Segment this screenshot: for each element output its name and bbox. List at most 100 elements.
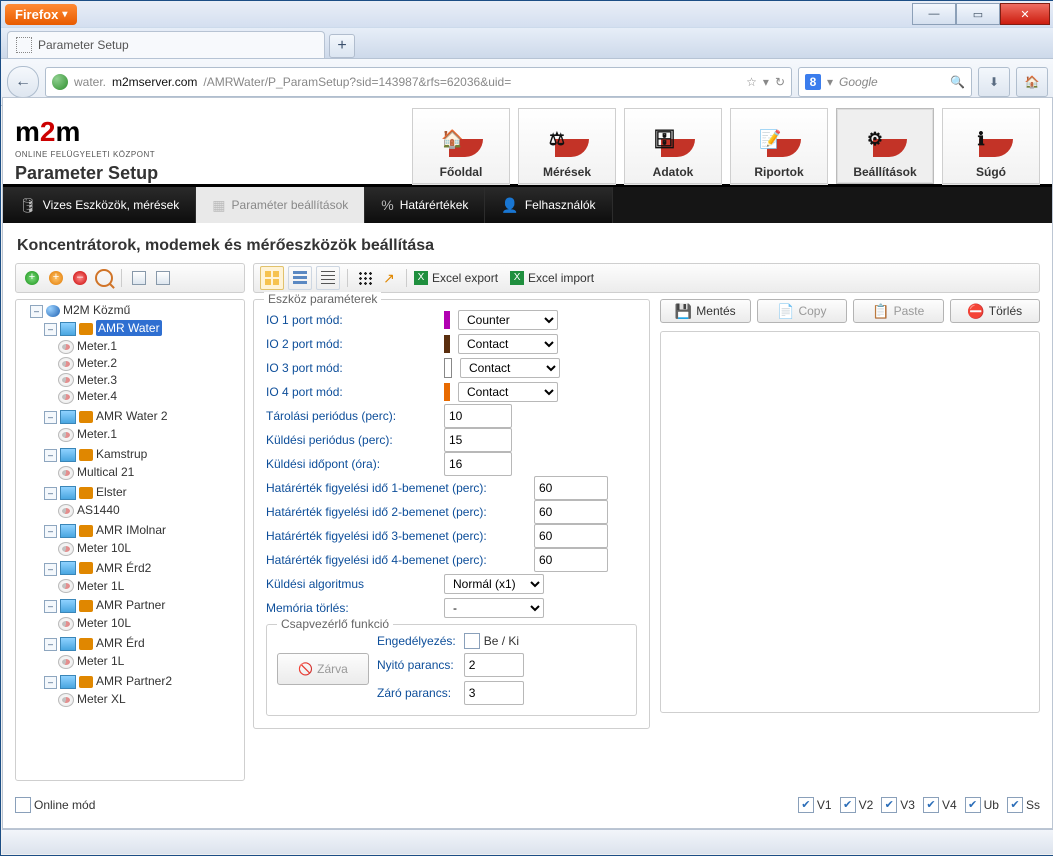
tree-toggle[interactable]: –: [44, 323, 57, 336]
tree-root-label[interactable]: M2M Közmű: [63, 303, 130, 317]
tree-leaf-label[interactable]: Meter 10L: [77, 541, 131, 555]
home-button[interactable]: 🏠: [1016, 67, 1048, 97]
tree-leaf-label[interactable]: Meter.4: [77, 389, 117, 403]
save-button[interactable]: 💾Mentés: [660, 299, 751, 323]
tree-node-label[interactable]: AMR Water 2: [96, 409, 168, 423]
online-mode-toggle[interactable]: Online mód: [15, 797, 95, 813]
firefox-menu-button[interactable]: Firefox: [5, 4, 77, 25]
footer-check[interactable]: ✔V4: [923, 797, 957, 813]
search-go-icon[interactable]: 🔍: [950, 75, 965, 89]
view-dots-button[interactable]: [355, 268, 375, 288]
main-nav-item[interactable]: ⚙Beállítások: [836, 108, 934, 184]
tree-delete-button[interactable]: [70, 268, 90, 288]
history-dropdown-icon[interactable]: ▾: [763, 75, 769, 89]
subnav-item[interactable]: 👤Felhasználók: [485, 187, 612, 223]
excel-export-button[interactable]: Excel export: [414, 271, 498, 285]
tree-leaf-label[interactable]: Meter.3: [77, 373, 117, 387]
downloads-button[interactable]: ⬇: [978, 67, 1010, 97]
bookmark-star-icon[interactable]: ☆: [746, 75, 757, 89]
limit-input[interactable]: [534, 476, 608, 500]
tree-leaf-label[interactable]: Meter.1: [77, 427, 117, 441]
copy-button[interactable]: 📄Copy: [757, 299, 848, 323]
tree-leaf-label[interactable]: Meter.2: [77, 356, 117, 370]
footer-check[interactable]: ✔Ss: [1007, 797, 1040, 813]
subnav-item[interactable]: 🛢Vizes Eszközök, mérések: [3, 187, 196, 223]
tree-toggle[interactable]: –: [44, 676, 57, 689]
tree-leaf-label[interactable]: Meter 1L: [77, 579, 124, 593]
tree-leaf-label[interactable]: Meter 1L: [77, 654, 124, 668]
tree-toggle[interactable]: –: [44, 638, 57, 651]
tap-status-button[interactable]: 🚫 Zárva: [277, 653, 369, 685]
footer-check[interactable]: ✔V1: [798, 797, 832, 813]
mem-clear-select[interactable]: -: [444, 598, 544, 618]
limit-input[interactable]: [534, 500, 608, 524]
view-grid-button[interactable]: [316, 266, 340, 290]
tree-toggle[interactable]: –: [44, 449, 57, 462]
tree-add-orange-button[interactable]: [46, 268, 66, 288]
address-bar[interactable]: water.m2mserver.com/AMRWater/P_ParamSetu…: [45, 67, 792, 97]
footer-check[interactable]: ✔Ub: [965, 797, 999, 813]
storage-period-input[interactable]: [444, 404, 512, 428]
tree-node-label[interactable]: Kamstrup: [96, 447, 147, 461]
back-button[interactable]: ←: [7, 66, 39, 98]
tree-leaf-label[interactable]: Meter.1: [77, 339, 117, 353]
send-alg-select[interactable]: Normál (x1): [444, 574, 544, 594]
new-tab-button[interactable]: +: [329, 34, 355, 58]
limit-input[interactable]: [534, 524, 608, 548]
view-icons-button[interactable]: [260, 266, 284, 290]
send-period-input[interactable]: [444, 428, 512, 452]
tree-node-label[interactable]: AMR IMolnar: [96, 523, 166, 537]
view-list-button[interactable]: [288, 266, 312, 290]
tree-toggle[interactable]: –: [44, 411, 57, 424]
limit-input[interactable]: [534, 548, 608, 572]
main-nav-item[interactable]: ℹSúgó: [942, 108, 1040, 184]
footer-check[interactable]: ✔V2: [840, 797, 874, 813]
delete-button[interactable]: ⛔Törlés: [950, 299, 1041, 323]
window-minimize-button[interactable]: —: [912, 3, 956, 25]
sort-button[interactable]: ↗: [379, 268, 399, 288]
tree-add-green-button[interactable]: [22, 268, 42, 288]
tree-toggle[interactable]: –: [44, 563, 57, 576]
io-port-select[interactable]: Counter: [458, 310, 558, 330]
main-nav-item[interactable]: 📝Riportok: [730, 108, 828, 184]
tree-node-label[interactable]: AMR Partner: [96, 598, 165, 612]
main-nav-item[interactable]: 🏠Főoldal: [412, 108, 510, 184]
tree-search-button[interactable]: [94, 268, 114, 288]
tap-close-input[interactable]: [464, 681, 524, 705]
tree-leaf-label[interactable]: Meter XL: [77, 692, 126, 706]
footer-check[interactable]: ✔V3: [881, 797, 915, 813]
tap-enable-toggle[interactable]: Be / Ki: [464, 633, 618, 649]
browser-tab-active[interactable]: Parameter Setup: [7, 31, 325, 58]
tree-toggle[interactable]: –: [44, 487, 57, 500]
window-maximize-button[interactable]: ▭: [956, 3, 1000, 25]
tree-leaf-label[interactable]: Meter 10L: [77, 616, 131, 630]
main-nav-item[interactable]: ⚖Mérések: [518, 108, 616, 184]
tree-node-label[interactable]: Elster: [96, 485, 127, 499]
excel-import-button[interactable]: Excel import: [510, 271, 594, 285]
tree-leaf-label[interactable]: Multical 21: [77, 465, 134, 479]
tree-toggle[interactable]: –: [44, 600, 57, 613]
tree-node-label[interactable]: AMR Partner2: [96, 674, 172, 688]
tree-toggle[interactable]: –: [30, 305, 43, 318]
paste-button[interactable]: 📋Paste: [853, 299, 944, 323]
tree-view2-button[interactable]: [153, 268, 173, 288]
main-nav-item[interactable]: 🗄Adatok: [624, 108, 722, 184]
tree-view1-button[interactable]: [129, 268, 149, 288]
tap-open-input[interactable]: [464, 653, 524, 677]
tree-node-label[interactable]: AMR Érd: [96, 636, 145, 650]
tree-node-label[interactable]: AMR Érd2: [96, 561, 151, 575]
tree-node-label[interactable]: AMR Water: [96, 320, 162, 336]
subnav-item[interactable]: ▦Paraméter beállítások: [196, 187, 365, 223]
device-tree[interactable]: –M2M Közmű–AMR WaterMeter.1Meter.2Meter.…: [15, 299, 245, 781]
tree-leaf-label[interactable]: AS1440: [77, 503, 120, 517]
window-close-button[interactable]: ✕: [1000, 3, 1050, 25]
send-time-input[interactable]: [444, 452, 512, 476]
reload-button[interactable]: ↻: [775, 75, 785, 89]
browser-search-box[interactable]: 8 ▾ Google 🔍: [798, 67, 972, 97]
tree-toggle[interactable]: –: [44, 525, 57, 538]
io-port-select[interactable]: Contact: [458, 382, 558, 402]
search-chevron-icon[interactable]: ▾: [827, 75, 833, 89]
io-port-select[interactable]: Contact: [460, 358, 560, 378]
io-port-select[interactable]: Contact: [458, 334, 558, 354]
subnav-item[interactable]: %Határértékek: [365, 187, 485, 223]
